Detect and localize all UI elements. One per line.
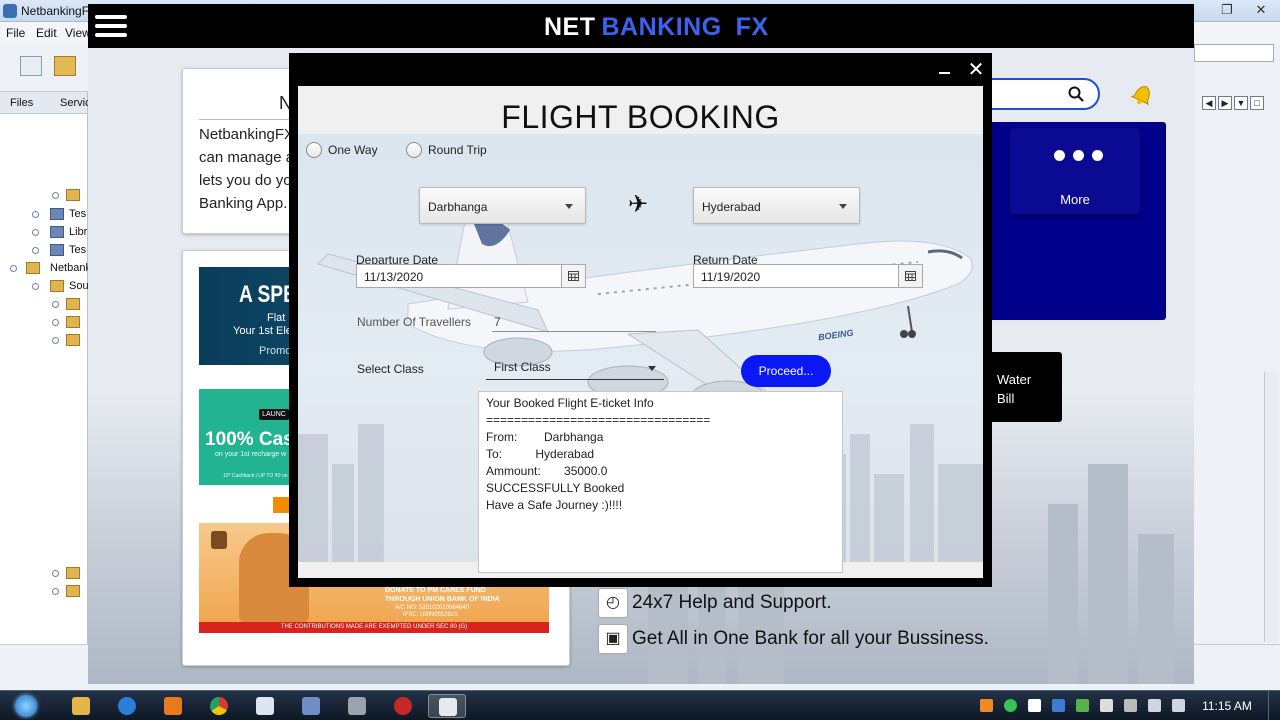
maximize-icon[interactable]: □ [1250, 96, 1264, 110]
more-button[interactable]: More [1010, 128, 1140, 214]
network-icon [1148, 699, 1161, 712]
chevron-down-icon [648, 366, 656, 371]
hamburger-menu-icon[interactable] [95, 15, 127, 37]
eticket-info-textarea[interactable]: Your Booked Flight E-ticket Info =======… [478, 391, 843, 573]
close-icon[interactable]: ✕ [1248, 1, 1274, 19]
new-file-icon[interactable] [20, 56, 42, 76]
search-icon[interactable] [1068, 86, 1084, 102]
start-button[interactable] [6, 691, 46, 720]
show-desktop-button[interactable] [1268, 691, 1280, 720]
promo-action-button[interactable] [273, 497, 289, 513]
notepad-icon[interactable] [246, 694, 284, 718]
tray-icon [980, 699, 993, 712]
travellers-label: Number Of Travellers [357, 315, 472, 329]
tray-icon [1052, 699, 1065, 712]
ide-right-panel: ◀ ▶ ▼ □ [1194, 42, 1280, 660]
class-select[interactable]: First Class [486, 354, 664, 380]
services-panel: More [988, 122, 1166, 320]
calendar-icon[interactable] [561, 265, 585, 287]
nav-down-icon[interactable]: ▼ [1234, 96, 1248, 110]
more-dots-icon [1054, 150, 1103, 161]
travellers-input[interactable]: 7 [494, 315, 501, 329]
windows-taskbar: 11:15 AM [0, 690, 1280, 720]
tray-icon [1124, 699, 1137, 712]
tray-icon [1100, 699, 1113, 712]
tab-files[interactable]: Files [10, 97, 33, 109]
return-date-field[interactable]: 11/19/2020 [693, 264, 923, 288]
tray-icon [1028, 699, 1041, 712]
database-icon[interactable] [338, 694, 376, 718]
minimize-icon[interactable] [937, 61, 953, 79]
chevron-down-icon [565, 204, 573, 209]
internet-explorer-icon[interactable] [108, 694, 146, 718]
app-icon [3, 4, 17, 18]
vertical-scrollbar[interactable] [1264, 372, 1278, 642]
airplane-icon: ✈ [628, 191, 649, 218]
from-city-select[interactable]: Darbhanga [419, 187, 586, 224]
chrome-icon[interactable] [200, 694, 238, 718]
to-city-select[interactable]: Hyderabad [693, 187, 860, 224]
virtualbox-icon[interactable] [292, 694, 330, 718]
tray-icon [1004, 699, 1017, 712]
windows-logo-icon [15, 695, 37, 717]
restore-icon[interactable]: ❐ [1214, 1, 1240, 19]
proceed-button[interactable]: Proceed... [741, 355, 831, 387]
recorder-icon[interactable] [384, 694, 422, 718]
notification-bell-icon[interactable] [1128, 80, 1158, 108]
new-project-icon[interactable] [54, 56, 76, 76]
menu-file[interactable]: File [6, 26, 25, 40]
dialog-close-icon[interactable]: ✕ [966, 57, 986, 83]
wallet-icon: ▣ [598, 624, 628, 654]
app-header: NET BANKING FX [88, 4, 1194, 48]
select-class-label: Select Class [357, 362, 424, 376]
media-player-icon[interactable] [154, 694, 192, 718]
taskbar-clock[interactable]: 11:15 AM [1192, 699, 1262, 713]
chevron-down-icon [839, 204, 847, 209]
flight-booking-dialog: ✕ FLIGHT BOOKING BOEING One Way Round Tr… [289, 53, 992, 587]
ide-search-field[interactable] [1194, 44, 1274, 62]
departure-date-field[interactable]: 11/13/2020 [356, 264, 586, 288]
ide-projects-panel: Files Servic Tes Libr Tes Netbank Sou [0, 92, 91, 660]
menu-view[interactable]: View [65, 26, 91, 40]
tray-icon [1076, 699, 1089, 712]
calendar-icon[interactable] [898, 265, 922, 287]
dialog-title: FLIGHT BOOKING [501, 99, 780, 135]
tab-services[interactable]: Servic [60, 97, 91, 109]
emblem-icon [211, 531, 227, 549]
app-logo: NET BANKING FX [544, 13, 769, 41]
menu-edit[interactable]: Edit [36, 26, 57, 40]
nav-left-icon[interactable]: ◀ [1202, 96, 1216, 110]
about-text: NetbankingFX can manage a lets you do yo… [199, 126, 295, 212]
volume-icon [1172, 699, 1185, 712]
java-app-icon[interactable] [428, 694, 466, 718]
ide-window-title: NetbankingF [21, 4, 90, 18]
help-clock-icon: ◴ [598, 588, 628, 618]
nav-right-icon[interactable]: ▶ [1218, 96, 1232, 110]
explorer-icon[interactable] [62, 694, 100, 718]
